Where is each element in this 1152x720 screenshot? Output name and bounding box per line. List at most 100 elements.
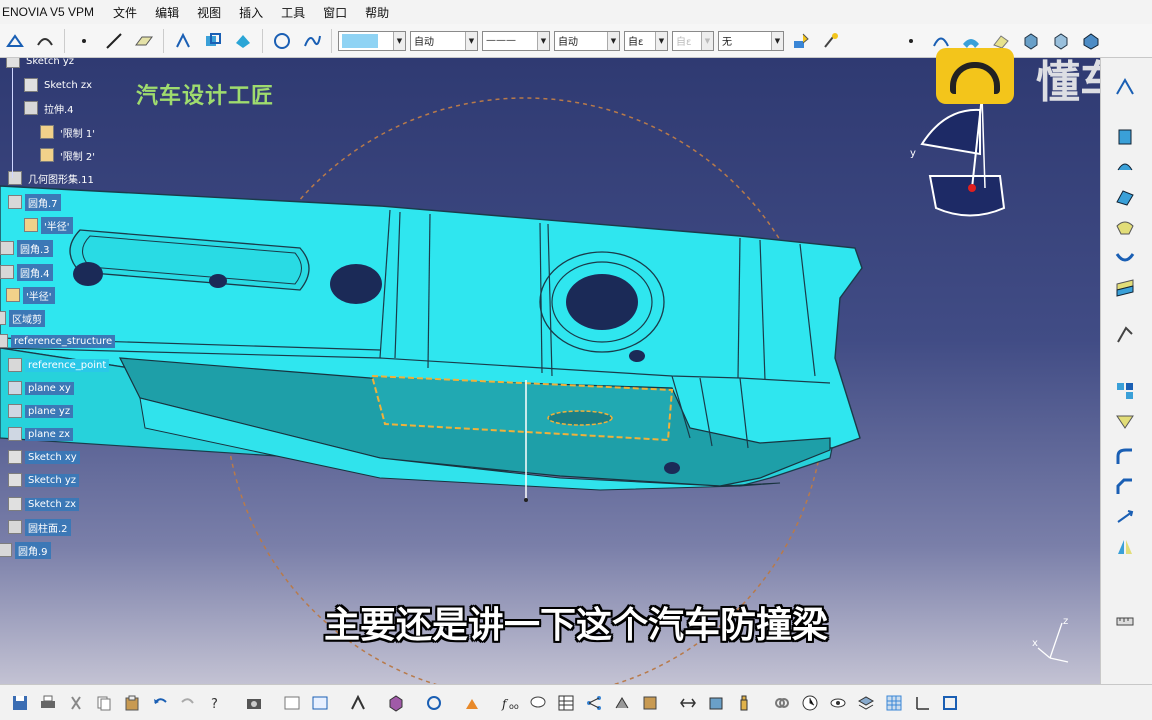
tree-icon[interactable]	[582, 691, 606, 715]
capture-icon[interactable]	[242, 691, 266, 715]
pad-icon[interactable]	[1111, 124, 1139, 150]
copy-icon[interactable]	[92, 691, 116, 715]
layers-icon[interactable]	[854, 691, 878, 715]
tree-item[interactable]: '半径'	[6, 286, 55, 304]
sweep-icon[interactable]	[1111, 184, 1139, 210]
paint-icon[interactable]	[460, 691, 484, 715]
tree-item[interactable]: plane xy	[8, 379, 74, 397]
menu-tools[interactable]: 工具	[272, 4, 314, 21]
3d-viewport[interactable]: z y z x Sketch yz Sketch zx 拉伸.4 '限制 1' …	[0, 58, 1100, 684]
knowledge-icon[interactable]	[638, 691, 662, 715]
undo-icon[interactable]	[148, 691, 172, 715]
join-icon[interactable]	[1111, 378, 1139, 404]
tree-item[interactable]: Sketch yz	[6, 58, 77, 70]
fillet-icon[interactable]	[1111, 444, 1139, 470]
translate-icon[interactable]	[1111, 504, 1139, 530]
intersection-icon[interactable]	[200, 28, 226, 54]
part-icon[interactable]	[704, 691, 728, 715]
window-icon[interactable]	[280, 691, 304, 715]
line-icon[interactable]	[101, 28, 127, 54]
menu-insert[interactable]: 插入	[230, 4, 272, 21]
sketch-icon[interactable]	[2, 28, 28, 54]
tree-item[interactable]: reference_point	[8, 356, 110, 374]
table-icon[interactable]	[554, 691, 578, 715]
print-icon[interactable]	[36, 691, 60, 715]
law-icon[interactable]	[610, 691, 634, 715]
formula-icon[interactable]: f oo	[498, 691, 522, 715]
layer-dropdown[interactable]: 无 ▼	[718, 30, 784, 51]
clock-icon[interactable]	[798, 691, 822, 715]
split-icon[interactable]	[1111, 408, 1139, 434]
tree-item[interactable]: Sketch zx	[8, 495, 80, 513]
tree-item[interactable]: 圆角.9	[0, 541, 51, 559]
revolve-icon[interactable]	[1111, 154, 1139, 180]
loft-icon[interactable]	[1111, 214, 1139, 240]
tree-item[interactable]: '半径'	[24, 216, 73, 234]
line-weight-dropdown[interactable]: 自动 ▼	[554, 30, 620, 51]
tree-item[interactable]: 几何图形集.11	[8, 169, 97, 187]
tree-item[interactable]: 圆角.7	[8, 193, 61, 211]
menu-edit[interactable]: 编辑	[146, 4, 188, 21]
symmetry-icon[interactable]	[1111, 534, 1139, 560]
point-icon[interactable]	[71, 28, 97, 54]
circle-icon[interactable]	[269, 28, 295, 54]
compass[interactable]	[920, 95, 1006, 217]
tree-item[interactable]: plane zx	[8, 425, 74, 443]
cut-icon[interactable]	[64, 691, 88, 715]
tree-item[interactable]: 拉伸.4	[24, 99, 77, 117]
tree-item-label: '半径'	[23, 286, 55, 304]
eye-icon[interactable]	[826, 691, 850, 715]
paste-icon[interactable]	[120, 691, 144, 715]
draft-icon[interactable]	[1111, 322, 1139, 348]
extract-icon[interactable]	[230, 28, 256, 54]
chamfer-icon[interactable]	[1111, 474, 1139, 500]
color-dropdown[interactable]: ▼	[338, 30, 406, 51]
render-style-dropdown[interactable]: 自ε ▼	[672, 30, 714, 51]
sketcher-icon[interactable]	[1111, 74, 1139, 100]
axis-icon[interactable]	[910, 691, 934, 715]
tree-item[interactable]: Sketch yz	[8, 471, 80, 489]
tree-item[interactable]: 圆角.3	[0, 239, 53, 257]
shading-icon[interactable]	[384, 691, 408, 715]
tree-item[interactable]: '限制 2'	[40, 146, 98, 164]
grid-icon[interactable]	[882, 691, 906, 715]
bottle-icon[interactable]	[732, 691, 756, 715]
blend-icon[interactable]	[1111, 244, 1139, 270]
projection-icon[interactable]	[170, 28, 196, 54]
catalog-icon[interactable]	[422, 691, 446, 715]
brush-icon[interactable]	[818, 28, 844, 54]
comment-icon[interactable]	[526, 691, 550, 715]
tree-item[interactable]: plane yz	[8, 402, 74, 420]
fit-all-icon[interactable]	[938, 691, 962, 715]
tree-item[interactable]: reference_structure	[0, 332, 116, 350]
menu-window[interactable]: 窗口	[314, 4, 356, 21]
tree-item[interactable]: '限制 1'	[40, 123, 98, 141]
tree-item[interactable]: 圆角.4	[0, 263, 53, 281]
separator	[262, 28, 263, 53]
menu-file[interactable]: 文件	[104, 4, 146, 21]
offset-icon[interactable]	[1111, 274, 1139, 300]
tile-icon[interactable]	[308, 691, 332, 715]
redo-icon[interactable]	[176, 691, 200, 715]
model-canvas[interactable]	[0, 58, 1100, 684]
point-symbol-dropdown[interactable]: 自ε ▼	[624, 30, 668, 51]
painter-icon[interactable]	[788, 28, 814, 54]
point-icon[interactable]	[898, 28, 924, 54]
tree-item[interactable]: 圆柱面.2	[8, 518, 71, 536]
plane-icon[interactable]	[131, 28, 157, 54]
menu-view[interactable]: 视图	[188, 4, 230, 21]
measure-icon[interactable]	[1111, 608, 1139, 634]
line-type-dropdown[interactable]: ——— ▼	[482, 30, 550, 51]
tree-item[interactable]: Sketch zx	[24, 76, 95, 94]
menu-help[interactable]: 帮助	[356, 4, 398, 21]
save-icon[interactable]	[8, 691, 32, 715]
link-icon[interactable]	[770, 691, 794, 715]
help-icon[interactable]: ?	[204, 691, 228, 715]
analysis-icon[interactable]	[676, 691, 700, 715]
tree-item[interactable]: Sketch xy	[8, 448, 80, 466]
tree-item[interactable]: 区域剪	[0, 309, 45, 327]
transparency-dropdown[interactable]: 自动 ▼	[410, 30, 478, 51]
text-icon[interactable]	[346, 691, 370, 715]
spline-icon[interactable]	[299, 28, 325, 54]
exit-sketch-icon[interactable]	[32, 28, 58, 54]
